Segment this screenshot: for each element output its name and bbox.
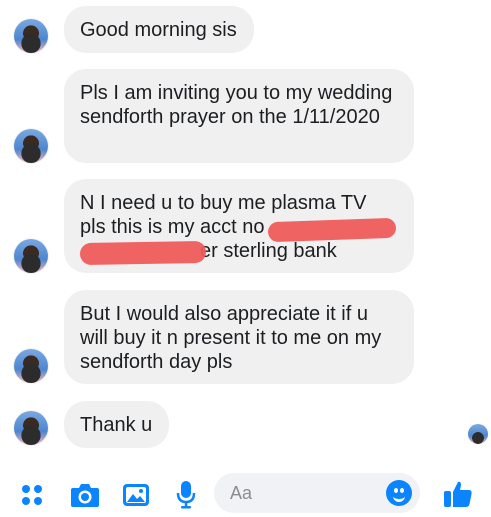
read-receipt-avatar	[468, 424, 488, 444]
message-line: N I need u to buy me plasma TV	[80, 192, 367, 214]
message-text: Good morning sis	[80, 19, 237, 41]
sender-avatar[interactable]	[14, 349, 48, 383]
sender-avatar[interactable]	[14, 411, 48, 445]
sender-avatar[interactable]	[14, 129, 48, 163]
message-text: Pls I am inviting you to my wedding send…	[80, 82, 393, 128]
message-composer: Aa	[0, 470, 491, 517]
camera-icon[interactable]	[70, 482, 100, 508]
message-text: Thank u	[80, 414, 153, 436]
message-text: But I would also appreciate it if u will…	[80, 303, 382, 373]
message-bubble[interactable]: Good morning sis	[64, 6, 254, 53]
microphone-icon[interactable]	[176, 480, 196, 510]
thumbs-up-icon[interactable]	[443, 479, 473, 509]
message-bubble[interactable]: Thank u	[64, 401, 170, 448]
message-input-placeholder: Aa	[230, 483, 253, 503]
message-bubble[interactable]: But I would also appreciate it if u will…	[64, 290, 414, 384]
message-bubble[interactable]: Pls I am inviting you to my wedding send…	[64, 69, 414, 163]
sender-avatar[interactable]	[14, 19, 48, 53]
message-input[interactable]: Aa	[214, 473, 420, 513]
apps-icon[interactable]	[21, 484, 43, 506]
gallery-icon[interactable]	[122, 483, 150, 507]
sender-avatar[interactable]	[14, 239, 48, 273]
redaction-mark	[79, 240, 207, 266]
emoji-icon[interactable]	[386, 480, 412, 506]
